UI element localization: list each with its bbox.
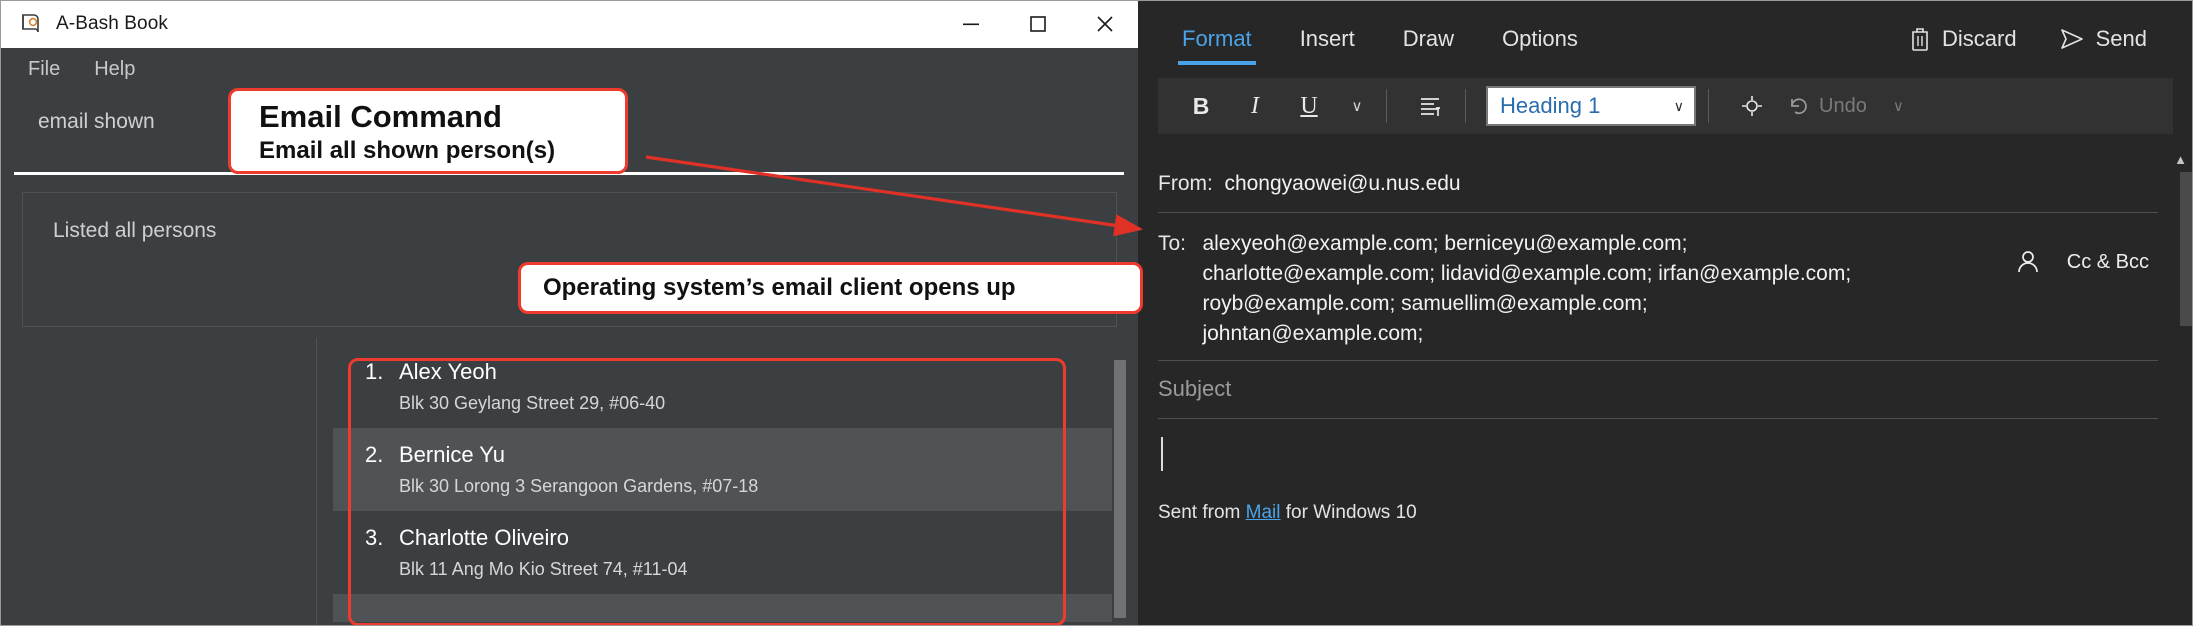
scroll-up-chevron-icon[interactable]: ▲ bbox=[2174, 152, 2187, 167]
annotation-os-email-client: Operating system’s email client opens up bbox=[518, 262, 1143, 314]
tab-options[interactable]: Options bbox=[1498, 17, 1582, 61]
italic-button[interactable]: I bbox=[1232, 86, 1278, 126]
to-field[interactable]: To: alexyeoh@example.com; berniceyu@exam… bbox=[1158, 232, 2118, 352]
toolbar-divider bbox=[1386, 89, 1387, 123]
subject-field[interactable]: Subject bbox=[1158, 376, 2118, 402]
person-name: Bernice Yu bbox=[399, 442, 506, 467]
person-name-row: 3. Charlotte Oliveiro bbox=[365, 525, 1128, 551]
person-name-row: 2. Bernice Yu bbox=[365, 442, 1128, 468]
from-label: From: bbox=[1158, 172, 1213, 195]
paragraph-align-button[interactable] bbox=[1407, 86, 1453, 126]
undo-chevron-down-icon: ∨ bbox=[1892, 98, 1904, 115]
annotation-title: Email Command bbox=[259, 99, 502, 134]
undo-button[interactable]: Undo ∨ bbox=[1785, 94, 1904, 118]
email-signature: Sent from Mail for Windows 10 bbox=[1158, 502, 1417, 524]
person-name-row: 1. Alex Yeoh bbox=[365, 359, 1128, 385]
toolbar-divider bbox=[1465, 89, 1466, 123]
list-item[interactable]: 1. Alex Yeoh Blk 30 Geylang Street 29, #… bbox=[333, 345, 1128, 428]
paragraph-align-icon bbox=[1421, 98, 1440, 116]
list-item[interactable]: 2. Bernice Yu Blk 30 Lorong 3 Serangoon … bbox=[333, 428, 1128, 511]
list-item[interactable]: 3. Charlotte Oliveiro Blk 11 Ang Mo Kio … bbox=[333, 511, 1128, 594]
formatting-toolbar: B I U ∨ Heading 1 ∨ Undo ∨ bbox=[1158, 78, 2173, 134]
send-icon bbox=[2060, 29, 2083, 49]
to-recipient-line: johntan@example.com; bbox=[1202, 322, 1424, 345]
list-item-partial[interactable] bbox=[333, 594, 1128, 622]
screenshot-root: A-Bash Book File Help email shown Listed… bbox=[0, 0, 2193, 626]
maximize-icon bbox=[1029, 16, 1046, 32]
window-title: A-Bash Book bbox=[56, 13, 168, 34]
bold-button[interactable]: B bbox=[1178, 86, 1224, 126]
person-list-scrollbar-thumb[interactable] bbox=[1114, 360, 1126, 618]
underline-button[interactable]: U bbox=[1286, 86, 1332, 126]
mail-compose-window: Format Insert Draw Options Discard Send … bbox=[1138, 0, 2193, 626]
discard-label: Discard bbox=[1942, 26, 2017, 51]
command-input-value: email shown bbox=[38, 110, 155, 133]
to-recipient-line: royb@example.com; samuellim@example.com; bbox=[1202, 292, 1648, 315]
trash-icon bbox=[1912, 28, 1928, 51]
person-address: Blk 30 Lorong 3 Serangoon Gardens, #07-1… bbox=[399, 476, 759, 496]
mail-app-link[interactable]: Mail bbox=[1246, 502, 1281, 523]
person-name: Alex Yeoh bbox=[399, 359, 497, 384]
to-recipient-line: alexyeoh@example.com; berniceyu@example.… bbox=[1202, 232, 1688, 255]
person-name: Charlotte Oliveiro bbox=[399, 525, 569, 550]
annotation-subtitle: Email all shown person(s) bbox=[259, 136, 556, 164]
tab-format[interactable]: Format bbox=[1178, 17, 1256, 65]
close-icon bbox=[1096, 16, 1113, 32]
signature-suffix: for Windows 10 bbox=[1280, 502, 1417, 523]
mail-ribbon: Format Insert Draw Options Discard Send bbox=[1138, 0, 2193, 78]
maximize-button[interactable] bbox=[1004, 0, 1071, 48]
result-message: Listed all persons bbox=[53, 219, 217, 242]
undo-icon bbox=[1791, 98, 1807, 115]
from-field[interactable]: From: chongyaowei@u.nus.edu bbox=[1158, 172, 2118, 196]
list-divider bbox=[316, 338, 317, 626]
cc-bcc-label: Cc & Bcc bbox=[2066, 250, 2149, 273]
styles-icon bbox=[1742, 96, 1762, 116]
font-options-chevron-down-icon[interactable]: ∨ bbox=[1340, 86, 1374, 126]
annotation-text: Operating system’s email client opens up bbox=[543, 274, 1016, 301]
from-field-underline bbox=[1158, 212, 2158, 213]
book-app-icon bbox=[18, 11, 44, 37]
person-index: 2. bbox=[365, 442, 384, 467]
send-label: Send bbox=[2095, 26, 2147, 51]
person-address: Blk 30 Geylang Street 29, #06-40 bbox=[399, 393, 666, 413]
signature-prefix: Sent from bbox=[1158, 502, 1246, 523]
window-controls bbox=[937, 0, 1138, 48]
to-recipients: alexyeoh@example.com; berniceyu@example.… bbox=[1202, 232, 1851, 352]
paragraph-style-value: Heading 1 bbox=[1500, 93, 1601, 118]
annotation-email-command: Email Command Email all shown person(s) bbox=[228, 88, 628, 174]
menu-item-help[interactable]: Help bbox=[84, 55, 145, 84]
minimize-icon bbox=[962, 23, 979, 26]
toolbar-divider bbox=[1708, 89, 1709, 123]
discard-button[interactable]: Discard bbox=[1909, 26, 2017, 52]
chevron-down-icon: ∨ bbox=[1673, 97, 1684, 114]
person-index: 1. bbox=[365, 359, 384, 384]
tab-draw[interactable]: Draw bbox=[1399, 17, 1458, 61]
subject-placeholder: Subject bbox=[1158, 376, 1232, 401]
styles-button[interactable] bbox=[1729, 86, 1775, 126]
undo-label: Undo bbox=[1819, 94, 1867, 117]
send-button[interactable]: Send bbox=[2059, 26, 2147, 52]
menubar: File Help bbox=[0, 48, 1138, 90]
to-label: To: bbox=[1158, 232, 1187, 255]
to-recipient-line: charlotte@example.com; lidavid@example.c… bbox=[1202, 262, 1852, 285]
cc-bcc-control[interactable]: Cc & Bcc bbox=[2015, 248, 2149, 276]
paragraph-style-dropdown[interactable]: Heading 1 ∨ bbox=[1486, 86, 1696, 126]
ribbon-actions: Discard Send bbox=[1867, 26, 2147, 52]
person-index: 3. bbox=[365, 525, 384, 550]
from-value: chongyaowei@u.nus.edu bbox=[1224, 172, 1461, 195]
mail-scrollbar-thumb[interactable] bbox=[2180, 172, 2192, 326]
window-titlebar: A-Bash Book bbox=[0, 0, 1138, 48]
person-address: Blk 11 Ang Mo Kio Street 74, #11-04 bbox=[399, 559, 688, 579]
body-editor[interactable] bbox=[1158, 430, 2148, 490]
close-button[interactable] bbox=[1071, 0, 1138, 48]
person-list[interactable]: 1. Alex Yeoh Blk 30 Geylang Street 29, #… bbox=[333, 345, 1128, 626]
subject-field-underline bbox=[1158, 418, 2158, 419]
minimize-button[interactable] bbox=[937, 0, 1004, 48]
menu-item-file[interactable]: File bbox=[18, 55, 70, 84]
tab-insert[interactable]: Insert bbox=[1296, 17, 1359, 61]
person-icon bbox=[2017, 251, 2038, 273]
to-field-underline bbox=[1158, 360, 2158, 361]
